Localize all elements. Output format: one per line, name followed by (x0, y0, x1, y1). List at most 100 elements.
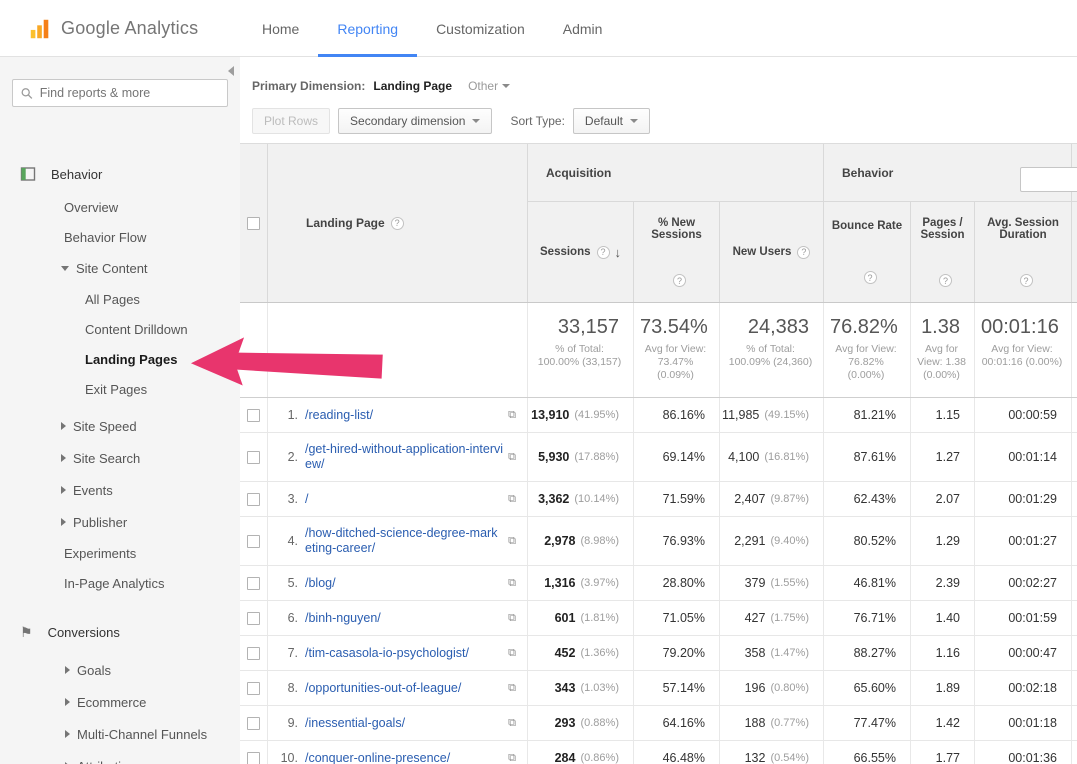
table-filter-input[interactable] (1020, 167, 1077, 192)
external-link-icon[interactable]: ⧉ (503, 577, 521, 590)
sidebar-item-multi-channel-funnels[interactable]: Multi-Channel Funnels (0, 718, 240, 750)
chevron-down-icon (630, 119, 638, 123)
sessions-percent: (8.98%) (580, 535, 619, 547)
landing-page-link[interactable]: /how-ditched-science-degree-marketing-ca… (305, 526, 503, 556)
new-sessions-cell: 86.16% (634, 398, 720, 432)
sidebar-item-label: Attribution (77, 759, 136, 764)
sidebar-item-publisher[interactable]: Publisher (0, 506, 240, 538)
sidebar-item-site-speed[interactable]: Site Speed (0, 410, 240, 442)
landing-page-link[interactable]: /blog/ (305, 576, 503, 591)
sidebar-item-experiments[interactable]: Experiments (0, 538, 240, 568)
sort-desc-icon[interactable]: ↓ (615, 245, 622, 260)
sidebar-item-behavior-flow[interactable]: Behavior Flow (0, 222, 240, 252)
plot-rows-button[interactable]: Plot Rows (252, 108, 330, 134)
sidebar-search-input[interactable] (40, 86, 219, 100)
row-checkbox[interactable] (247, 647, 260, 660)
help-icon[interactable]: ? (1020, 274, 1033, 287)
other-dimension-dropdown[interactable]: Other (468, 79, 510, 93)
help-icon[interactable]: ? (864, 271, 877, 284)
external-link-icon[interactable]: ⧉ (503, 451, 521, 464)
sidebar-item-events[interactable]: Events (0, 474, 240, 506)
landing-page-cell: 9. /inessential-goals/ ⧉ (268, 706, 528, 740)
sidebar-item-landing-pages[interactable]: Landing Pages (0, 344, 240, 374)
external-link-icon[interactable]: ⧉ (503, 682, 521, 695)
avg-duration-value: 00:02:18 (1008, 681, 1057, 695)
cut-cell (1072, 601, 1077, 635)
landing-page-link[interactable]: /inessential-goals/ (305, 716, 503, 731)
sidebar-collapse-button[interactable] (224, 62, 238, 80)
column-label: Bounce Rate (832, 220, 902, 232)
primary-dimension-value[interactable]: Landing Page (373, 79, 452, 93)
sidebar-item-all-pages[interactable]: All Pages (0, 284, 240, 314)
external-link-icon[interactable]: ⧉ (503, 752, 521, 764)
column-header-landing-page[interactable]: Landing Page ? (268, 144, 528, 302)
landing-page-link[interactable]: / (305, 492, 503, 507)
sessions-value: 601 (555, 611, 576, 625)
external-link-icon[interactable]: ⧉ (503, 717, 521, 730)
sidebar-item-goals[interactable]: Goals (0, 654, 240, 686)
new-users-percent: (49.15%) (764, 409, 809, 421)
sidebar-item-site-content[interactable]: Site Content (0, 252, 240, 284)
column-header-avg-session-duration[interactable]: Avg. Session Duration ? (975, 202, 1072, 302)
column-header-new-sessions[interactable]: % New Sessions ? (634, 202, 720, 302)
help-icon[interactable]: ? (597, 246, 610, 259)
help-icon[interactable]: ? (391, 217, 404, 230)
row-checkbox[interactable] (247, 752, 260, 764)
row-checkbox[interactable] (247, 612, 260, 625)
help-icon[interactable]: ? (939, 274, 952, 287)
sidebar-item-site-search[interactable]: Site Search (0, 442, 240, 474)
sidebar-item-ecommerce[interactable]: Ecommerce (0, 686, 240, 718)
external-link-icon[interactable]: ⧉ (503, 535, 521, 548)
bounce-rate-cell: 46.81% (824, 566, 911, 600)
external-link-icon[interactable]: ⧉ (503, 409, 521, 422)
sidebar-item-in-page-analytics[interactable]: In-Page Analytics (0, 568, 240, 598)
secondary-dimension-button[interactable]: Secondary dimension (338, 108, 492, 134)
column-header-sessions[interactable]: Sessions ? ↓ (528, 202, 634, 302)
sort-type-button[interactable]: Default (573, 108, 650, 134)
select-all-checkbox[interactable] (247, 217, 260, 230)
sessions-cell: 2,978 (8.98%) (528, 517, 634, 565)
row-checkbox[interactable] (247, 682, 260, 695)
avg-duration-value: 00:01:29 (1008, 492, 1057, 506)
sidebar-search-box[interactable] (12, 79, 228, 107)
sessions-percent: (10.14%) (574, 493, 619, 505)
avg-duration-cell: 00:02:27 (975, 566, 1072, 600)
help-icon[interactable]: ? (673, 274, 686, 287)
sidebar-item-exit-pages[interactable]: Exit Pages (0, 374, 240, 404)
landing-page-link[interactable]: /reading-list/ (305, 408, 503, 423)
new-sessions-cell: 28.80% (634, 566, 720, 600)
nav-tab-admin[interactable]: Admin (544, 0, 622, 57)
pages-session-value: 1.29 (936, 534, 960, 548)
landing-page-link[interactable]: /conquer-online-presence/ (305, 751, 503, 764)
row-checkbox[interactable] (247, 717, 260, 730)
row-checkbox[interactable] (247, 451, 260, 464)
external-link-icon[interactable]: ⧉ (503, 647, 521, 660)
landing-page-cell: 7. /tim-casasola-io-psychologist/ ⧉ (268, 636, 528, 670)
sidebar-item-conversions[interactable]: ⚑ Conversions (0, 614, 240, 650)
sidebar-item-attribution[interactable]: Attribution (0, 750, 240, 764)
sidebar-item-overview[interactable]: Overview (0, 192, 240, 222)
landing-page-link[interactable]: /tim-casasola-io-psychologist/ (305, 646, 503, 661)
row-checkbox-cell (240, 433, 268, 481)
landing-page-link[interactable]: /get-hired-without-application-interview… (305, 442, 503, 472)
row-checkbox[interactable] (247, 535, 260, 548)
google-analytics-logo[interactable]: Google Analytics (28, 0, 198, 57)
landing-page-link[interactable]: /binh-nguyen/ (305, 611, 503, 626)
column-header-pages-session[interactable]: Pages / Session ? (911, 202, 975, 302)
row-checkbox[interactable] (247, 493, 260, 506)
sidebar-item-behavior[interactable]: Behavior (0, 156, 240, 192)
external-link-icon[interactable]: ⧉ (503, 493, 521, 506)
help-icon[interactable]: ? (797, 246, 810, 259)
row-checkbox[interactable] (247, 409, 260, 422)
row-checkbox[interactable] (247, 577, 260, 590)
sessions-cell: 284 (0.86%) (528, 741, 634, 764)
column-header-new-users[interactable]: New Users ? (720, 202, 824, 302)
sidebar-item-content-drilldown[interactable]: Content Drilldown (0, 314, 240, 344)
landing-page-link[interactable]: /opportunities-out-of-league/ (305, 681, 503, 696)
nav-tab-reporting[interactable]: Reporting (318, 0, 417, 57)
nav-tab-home[interactable]: Home (243, 0, 318, 57)
sidebar-item-label: Site Content (76, 261, 148, 276)
external-link-icon[interactable]: ⧉ (503, 612, 521, 625)
nav-tab-customization[interactable]: Customization (417, 0, 544, 57)
column-header-bounce-rate[interactable]: Bounce Rate ? (824, 202, 911, 302)
